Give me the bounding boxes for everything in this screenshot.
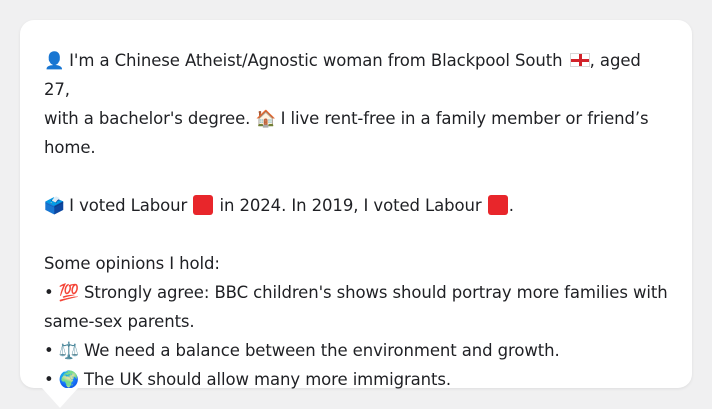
votes-text-b: in 2024. In 2019, I voted Labour bbox=[219, 196, 482, 215]
england-flag-icon bbox=[569, 53, 590, 67]
labour-red-square-icon bbox=[487, 195, 508, 215]
ballot-box-icon: 🗳️ bbox=[44, 196, 65, 215]
opinion-item-continued: same-sex parents. bbox=[44, 307, 668, 336]
balance-scale-icon: ⚖️ bbox=[58, 341, 80, 360]
opinion-text: Strongly agree: BBC children's shows sho… bbox=[83, 283, 668, 302]
opinion-text: The UK should allow many more immigrants… bbox=[83, 370, 452, 389]
opinion-text: same-sex parents. bbox=[44, 312, 195, 331]
profile-line-1: 👤 I'm a Chinese Atheist/Agnostic woman f… bbox=[44, 46, 668, 104]
house-icon: 🏠 bbox=[255, 109, 276, 128]
votes-line: 🗳️ I voted Labour in 2024. In 2019, I vo… bbox=[44, 191, 668, 220]
profile-text-housing-end: home. bbox=[44, 138, 96, 157]
opinion-item: • ⚖️ We need a balance between the envir… bbox=[44, 336, 668, 365]
profile-paragraph: 👤 I'm a Chinese Atheist/Agnostic woman f… bbox=[44, 46, 668, 162]
votes-text-a: I voted Labour bbox=[69, 196, 188, 215]
profile-text-education: with a bachelor's degree. bbox=[44, 109, 251, 128]
bullet: • bbox=[44, 370, 54, 389]
votes-paragraph: 🗳️ I voted Labour in 2024. In 2019, I vo… bbox=[44, 191, 668, 220]
profile-text-housing: I live rent-free in a family member or f… bbox=[280, 109, 649, 128]
profile-text-identity: I'm a Chinese Atheist/Agnostic woman fro… bbox=[69, 51, 563, 70]
votes-text-c: . bbox=[508, 196, 514, 215]
labour-red-square-icon bbox=[193, 195, 214, 215]
opinion-text: We need a balance between the environmen… bbox=[83, 341, 560, 360]
bullet: • bbox=[44, 283, 54, 302]
opinions-paragraph: Some opinions I hold: • 💯 Strongly agree… bbox=[44, 249, 668, 394]
opinion-item: • 💯 Strongly agree: BBC children's shows… bbox=[44, 278, 668, 307]
opinion-item: • 🌍 The UK should allow many more immigr… bbox=[44, 365, 668, 394]
profile-line-3: home. bbox=[44, 133, 668, 162]
profile-line-2: with a bachelor's degree. 🏠 I live rent-… bbox=[44, 104, 668, 133]
bullet: • bbox=[44, 341, 54, 360]
opinions-heading: Some opinions I hold: bbox=[44, 254, 220, 273]
person-icon: 👤 bbox=[44, 51, 65, 70]
hundred-points-icon: 💯 bbox=[58, 283, 80, 302]
profile-card: 👤 I'm a Chinese Atheist/Agnostic woman f… bbox=[20, 20, 692, 389]
speech-bubble-tail bbox=[42, 388, 78, 408]
